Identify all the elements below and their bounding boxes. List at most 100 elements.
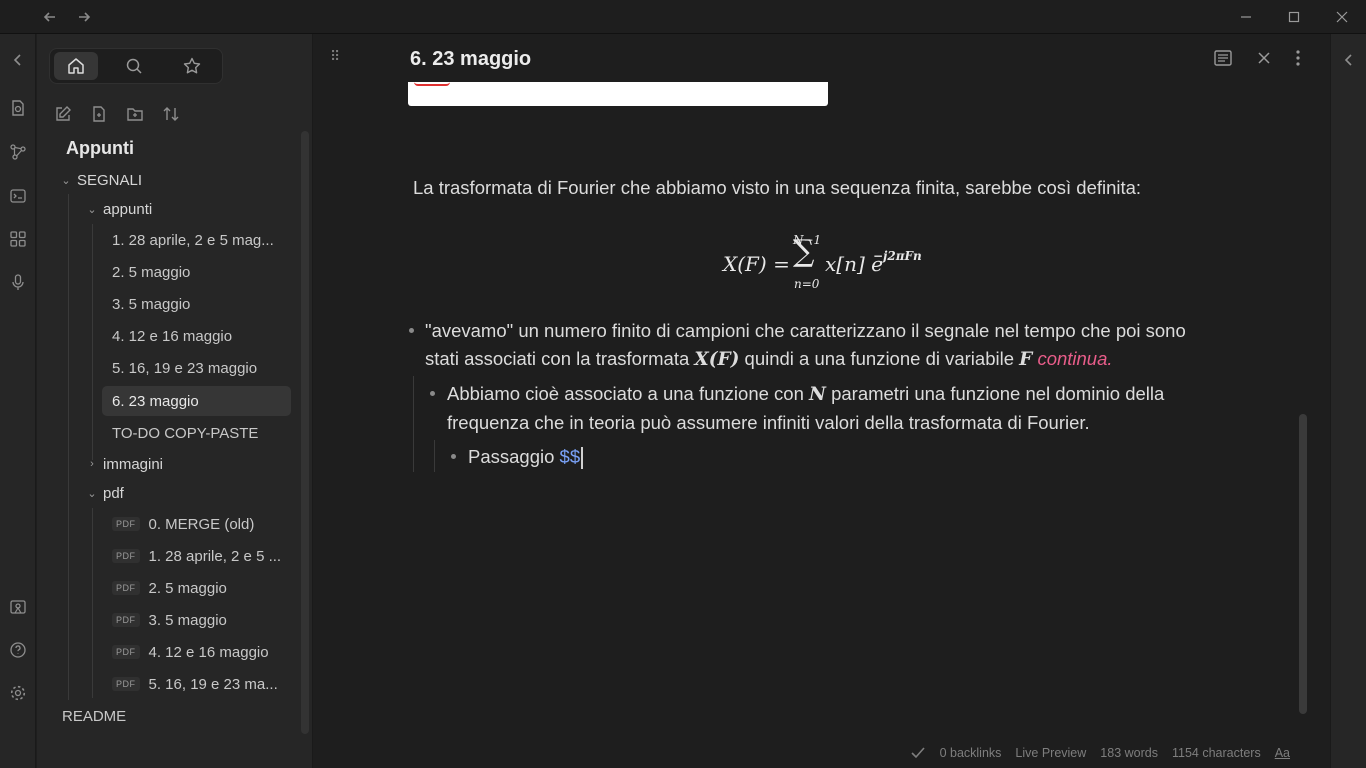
file-explorer-sidebar: Appunti ⌄ SEGNALI ⌄ appunti 1. 28 aprile…: [37, 34, 313, 768]
file-label: 5. 16, 19 e 23 ma...: [148, 675, 278, 693]
new-folder-button[interactable]: [123, 102, 147, 126]
inline-math: N: [809, 384, 826, 405]
folder-label: immagini: [103, 455, 164, 473]
sidebar-scrollbar[interactable]: [301, 131, 309, 734]
backlinks-count[interactable]: 0 backlinks: [940, 746, 1002, 760]
graph-icon: [10, 144, 26, 160]
sidebar-tab-group: [49, 48, 223, 84]
tab-bookmarks[interactable]: [170, 52, 214, 80]
file-item[interactable]: 5. 16, 19 e 23 maggio: [102, 353, 291, 383]
inline-math: F: [1019, 349, 1033, 370]
pdf-file-item[interactable]: PDF 4. 12 e 16 maggio: [102, 637, 291, 667]
expand-right-sidebar-button[interactable]: [1337, 48, 1361, 72]
forward-button[interactable]: [66, 0, 102, 34]
file-label: 3. 5 maggio: [112, 295, 191, 313]
quick-switcher-button[interactable]: [6, 96, 30, 120]
paragraph: La trasformata di Fourier che abbiamo vi…: [413, 177, 1142, 198]
new-note-button[interactable]: [51, 102, 75, 126]
file-item[interactable]: 3. 5 maggio: [102, 289, 291, 319]
settings-icon: [10, 685, 26, 701]
tab-search[interactable]: [112, 52, 156, 80]
vault-icon: [10, 600, 26, 614]
folder-pdf[interactable]: ⌄ pdf: [85, 478, 124, 508]
minimize-button[interactable]: [1222, 0, 1270, 34]
file-item[interactable]: 2. 5 maggio: [102, 257, 291, 287]
editor-scrollbar[interactable]: [1299, 414, 1307, 714]
file-label: README: [62, 707, 127, 725]
vault-title[interactable]: Appunti: [66, 138, 134, 159]
title-bar: [0, 0, 1366, 34]
word-count: 183 words: [1100, 746, 1158, 760]
maximize-button[interactable]: [1270, 0, 1318, 34]
right-sidebar-collapsed: [1330, 34, 1366, 768]
sort-button[interactable]: [159, 102, 183, 126]
reading-view-button[interactable]: [1211, 46, 1235, 70]
image-stroke: [414, 82, 450, 86]
pdf-badge: PDF: [112, 613, 140, 627]
math-block[interactable]: X(F) = N−1 ∑ n=0 x[n] e −j2πFn: [723, 226, 953, 291]
formula-lhs: X(F) =: [723, 252, 790, 276]
inline-math: X(F): [694, 349, 740, 370]
list-item[interactable]: Abbiamo cioè associato a una funzione co…: [447, 380, 1164, 437]
folder-label: appunti: [103, 200, 153, 218]
file-label: 1. 28 aprile, 2 e 5 ...: [148, 547, 282, 565]
left-ribbon: [0, 34, 36, 768]
drag-handle-icon[interactable]: ⠿: [330, 48, 340, 65]
file-label: 3. 5 maggio: [148, 611, 227, 629]
list-item-line: Abbiamo cioè associato a una funzione co…: [447, 383, 1165, 405]
file-label: 0. MERGE (old): [148, 515, 255, 533]
status-bar: 0 backlinks Live Preview 183 words 1154 …: [314, 738, 1330, 768]
file-label: 2. 5 maggio: [148, 579, 227, 597]
list-item[interactable]: "avevamo" un numero finito di campioni c…: [425, 317, 1186, 374]
list-indent-guide: [434, 440, 435, 472]
new-file-button[interactable]: [87, 102, 111, 126]
font-button[interactable]: Aa: [1275, 746, 1290, 760]
pdf-file-item[interactable]: PDF 5. 16, 19 e 23 ma...: [102, 669, 291, 699]
close-window-button[interactable]: [1318, 0, 1366, 34]
file-item[interactable]: TO-DO COPY-PASTE: [102, 418, 291, 448]
file-label: 5. 16, 19 e 23 maggio: [112, 359, 258, 377]
folder-label: pdf: [103, 484, 124, 502]
pdf-file-item[interactable]: PDF 0. MERGE (old): [102, 509, 291, 539]
plugins-button[interactable]: [6, 227, 30, 251]
arrow-left-icon: [43, 12, 55, 22]
more-options-button[interactable]: [1286, 46, 1310, 70]
settings-button[interactable]: [6, 681, 30, 705]
embedded-image[interactable]: [408, 82, 828, 106]
microphone-icon: [12, 274, 24, 290]
math-delimiter: $$: [559, 446, 581, 467]
minimize-icon: [1241, 16, 1251, 18]
audio-recorder-button[interactable]: [6, 270, 30, 294]
more-vertical-icon: [1296, 50, 1300, 66]
folder-immagini[interactable]: › immagini: [85, 449, 163, 479]
collapse-left-icon: [13, 54, 21, 66]
file-item[interactable]: 4. 12 e 16 maggio: [102, 321, 291, 351]
note-title[interactable]: 6. 23 maggio: [410, 48, 531, 71]
search-file-icon: [12, 100, 24, 116]
file-item-active[interactable]: 6. 23 maggio: [102, 386, 291, 416]
formula-exponent: −j2πFn: [873, 249, 922, 263]
graph-view-button[interactable]: [6, 140, 30, 164]
pdf-badge: PDF: [112, 549, 140, 563]
bullet-marker: [451, 454, 456, 459]
open-vault-button[interactable]: [6, 595, 30, 619]
list-item-line: frequenza che in teoria può assumere inf…: [447, 412, 1090, 433]
collapse-left-icon: [1344, 54, 1352, 66]
collapse-sidebar-button[interactable]: [6, 48, 30, 72]
file-item-readme[interactable]: README: [62, 701, 126, 731]
folder-segnali[interactable]: ⌄ SEGNALI: [59, 165, 142, 195]
chevron-down-icon: ⌄: [61, 174, 71, 187]
list-item[interactable]: Passaggio $$: [468, 443, 583, 471]
tab-files[interactable]: [54, 52, 98, 80]
back-button[interactable]: [32, 0, 68, 34]
terminal-button[interactable]: [6, 184, 30, 208]
pdf-file-item[interactable]: PDF 1. 28 aprile, 2 e 5 ...: [102, 541, 291, 571]
folder-appunti[interactable]: ⌄ appunti: [85, 194, 152, 224]
pdf-file-item[interactable]: PDF 2. 5 maggio: [102, 573, 291, 603]
pdf-file-item[interactable]: PDF 3. 5 maggio: [102, 605, 291, 635]
editor-mode[interactable]: Live Preview: [1015, 746, 1086, 760]
help-button[interactable]: [6, 638, 30, 662]
close-tab-button[interactable]: [1252, 46, 1276, 70]
file-item[interactable]: 1. 28 aprile, 2 e 5 mag...: [102, 225, 291, 255]
search-icon: [126, 58, 142, 74]
